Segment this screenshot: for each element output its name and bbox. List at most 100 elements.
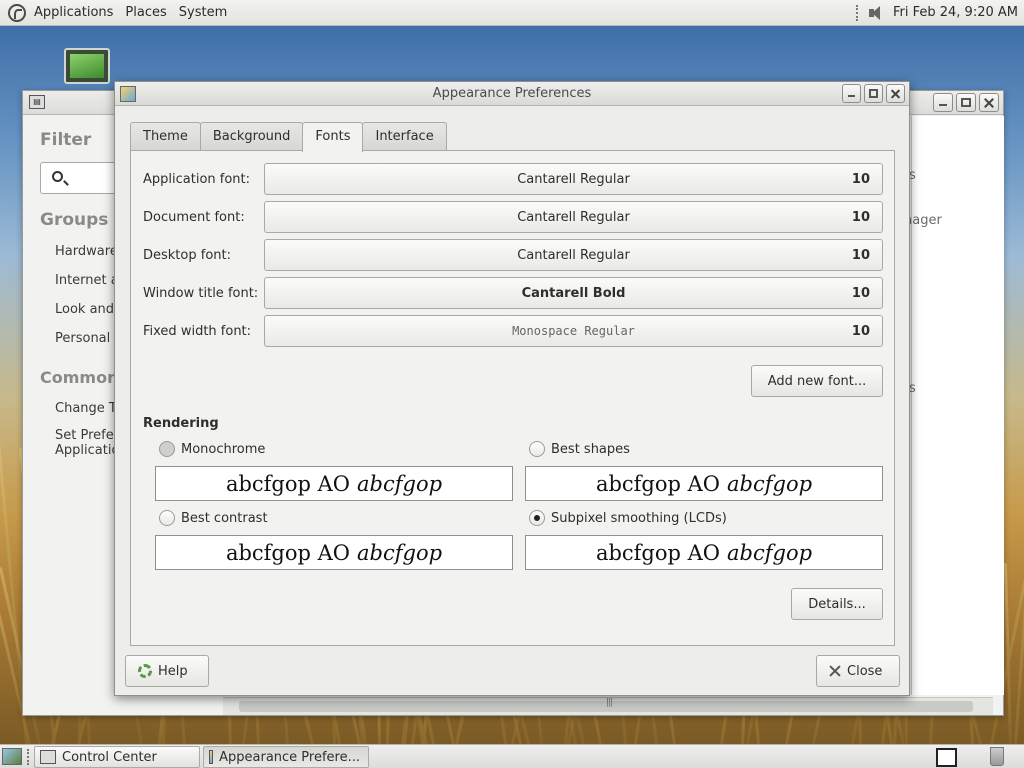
panel-grip-icon (27, 749, 30, 765)
show-desktop-icon[interactable] (2, 748, 22, 765)
radio-best-shapes[interactable]: Best shapes (529, 441, 630, 457)
tab-background[interactable]: Background (199, 122, 304, 151)
sample-regular: abcfgop AO (595, 540, 721, 565)
font-label: Desktop font: (143, 247, 231, 263)
radio-label: Monochrome (181, 441, 266, 457)
font-row-window-title: Window title font: Cantarell Bold 10 (143, 277, 883, 309)
font-row-document: Document font: Cantarell Regular 10 (143, 201, 883, 233)
font-size: 10 (851, 172, 870, 187)
help-icon (138, 664, 152, 678)
add-new-font-button[interactable]: Add new font... (751, 365, 883, 397)
best-contrast-preview[interactable]: abcfgop AO abcfgop (155, 535, 513, 570)
common-tasks-title: Common T (40, 368, 135, 387)
font-label: Window title font: (143, 285, 259, 301)
sample-regular: abcfgop AO (225, 471, 351, 496)
font-name: Cantarell Regular (517, 247, 630, 263)
minimize-button[interactable] (842, 84, 861, 103)
fixed-width-font-button[interactable]: Monospace Regular 10 (264, 315, 883, 347)
content-fragment: s (909, 168, 916, 183)
control-center-app-icon (40, 750, 56, 764)
control-center-sidebar: Filter Groups Hardware Internet a Look a… (23, 116, 135, 695)
applications-menu[interactable]: Applications (32, 5, 123, 20)
radio-monochrome[interactable]: Monochrome (159, 441, 265, 457)
desktop-font-button[interactable]: Cantarell Regular 10 (264, 239, 883, 271)
workspace-switcher[interactable] (936, 748, 957, 767)
group-item-personal[interactable]: Personal (55, 331, 123, 346)
groups-title: Groups (40, 210, 109, 230)
control-center-app-icon: ▤ (29, 95, 45, 109)
group-item-look-and-feel[interactable]: Look and (55, 302, 123, 317)
close-icon (829, 665, 841, 677)
task-set-preferred-line2[interactable]: Applicatio (55, 443, 123, 458)
taskbar-control-center[interactable]: Control Center (34, 746, 200, 768)
best-shapes-preview[interactable]: abcfgop AO abcfgop (525, 466, 883, 501)
radio-button[interactable] (529, 510, 545, 526)
content-fragment: s (909, 381, 916, 396)
close-button[interactable]: Close (816, 655, 900, 687)
font-size: 10 (851, 324, 870, 339)
tab-fonts[interactable]: Fonts (302, 122, 364, 152)
task-label: Appearance Prefere... (219, 749, 360, 765)
font-label: Document font: (143, 209, 245, 225)
dialog-titlebar[interactable]: Appearance Preferences (115, 82, 909, 106)
radio-subpixel-smoothing[interactable]: Subpixel smoothing (LCDs) (529, 510, 727, 526)
font-name: Cantarell Regular (517, 171, 630, 187)
control-center-content-pane (911, 116, 1004, 695)
minimize-button[interactable] (933, 93, 953, 112)
font-name: Cantarell Regular (517, 209, 630, 225)
system-menu[interactable]: System (177, 5, 237, 20)
computer-desktop-icon[interactable] (64, 48, 110, 84)
radio-button[interactable] (159, 510, 175, 526)
sample-italic: abcfgop (727, 540, 813, 565)
clock[interactable]: Fri Feb 24, 9:20 AM (893, 5, 1018, 20)
sample-italic: abcfgop (357, 471, 443, 496)
sample-italic: abcfgop (727, 471, 813, 496)
taskbar-appearance-preferences[interactable]: Appearance Prefere... (203, 746, 369, 768)
font-size: 10 (851, 286, 870, 301)
application-font-button[interactable]: Cantarell Regular 10 (264, 163, 883, 195)
font-size: 10 (851, 248, 870, 263)
subpixel-smoothing-preview[interactable]: abcfgop AO abcfgop (525, 535, 883, 570)
radio-button[interactable] (529, 441, 545, 457)
maximize-button[interactable] (864, 84, 883, 103)
task-change-theme[interactable]: Change T (55, 401, 123, 416)
task-set-preferred-line1[interactable]: Set Prefer (55, 428, 123, 443)
sample-regular: abcfgop AO (595, 471, 721, 496)
font-size: 10 (851, 210, 870, 225)
tab-interface[interactable]: Interface (362, 122, 447, 151)
close-button-label: Close (847, 663, 883, 679)
font-row-application: Application font: Cantarell Regular 10 (143, 163, 883, 195)
font-row-desktop: Desktop font: Cantarell Regular 10 (143, 239, 883, 271)
task-label: Control Center (62, 749, 157, 765)
volume-icon[interactable] (867, 4, 885, 22)
font-label: Application font: (143, 171, 251, 187)
distro-logo-icon[interactable] (8, 3, 26, 22)
appearance-preferences-dialog: Appearance Preferences Theme Background … (114, 81, 910, 696)
font-row-fixed-width: Fixed width font: Monospace Regular 10 (143, 315, 883, 347)
help-button-label: Help (158, 663, 188, 679)
trash-icon[interactable] (990, 747, 1004, 766)
document-font-button[interactable]: Cantarell Regular 10 (264, 201, 883, 233)
close-window-button[interactable] (886, 84, 905, 103)
maximize-button[interactable] (956, 93, 976, 112)
group-item-hardware[interactable]: Hardware (55, 244, 123, 259)
radio-label: Best shapes (551, 441, 630, 457)
help-button[interactable]: Help (125, 655, 209, 687)
font-name: Cantarell Bold (521, 285, 626, 301)
tab-theme[interactable]: Theme (130, 122, 201, 151)
radio-button[interactable] (159, 441, 175, 457)
window-title-font-button[interactable]: Cantarell Bold 10 (264, 277, 883, 309)
filter-title: Filter (40, 130, 92, 150)
sample-italic: abcfgop (357, 540, 443, 565)
places-menu[interactable]: Places (123, 5, 176, 20)
monochrome-preview[interactable]: abcfgop AO abcfgop (155, 466, 513, 501)
tab-bar: Theme Background Fonts Interface (130, 122, 447, 152)
scrollbar-thumb[interactable] (239, 698, 973, 712)
rendering-title: Rendering (143, 416, 219, 431)
top-panel: Applications Places System Fri Feb 24, 9… (0, 0, 1024, 26)
group-item-internet[interactable]: Internet a (55, 273, 123, 288)
horizontal-scrollbar[interactable] (223, 697, 993, 715)
close-window-button[interactable] (979, 93, 999, 112)
details-button[interactable]: Details... (791, 588, 883, 620)
radio-best-contrast[interactable]: Best contrast (159, 510, 268, 526)
